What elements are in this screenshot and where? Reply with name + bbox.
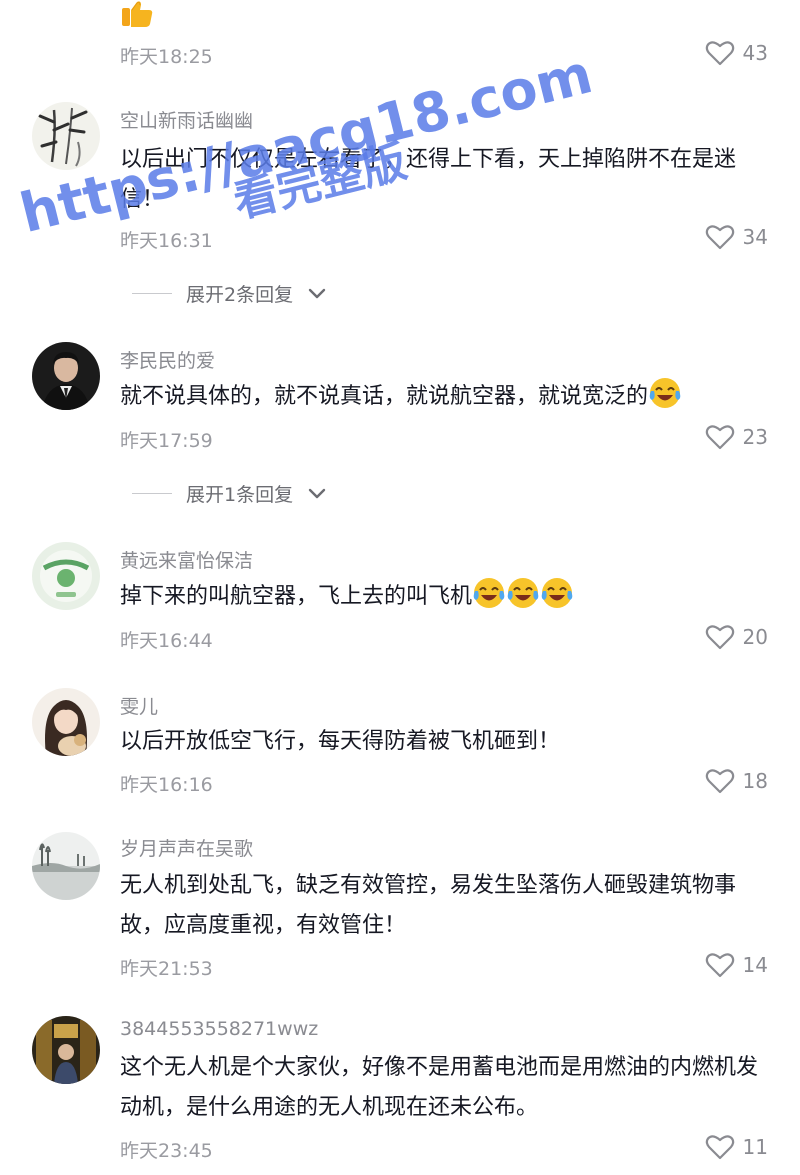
- comment-text: 就不说具体的，就不说真话，就说航空器，就说宽泛的: [120, 376, 770, 417]
- like-count: 14: [742, 953, 768, 977]
- heart-icon: [705, 769, 734, 794]
- like-button[interactable]: 23: [705, 422, 768, 452]
- tears-of-joy-emoji: [473, 578, 505, 608]
- comment-text-content: 就不说具体的，就不说真话，就说航空器，就说宽泛的: [120, 384, 649, 409]
- like-button[interactable]: 18: [705, 766, 768, 796]
- heart-icon: [705, 953, 734, 978]
- comment-item: 空山新雨话幽幽 以后出门不仅仅是左右看了，还得上下看，天上掉陷阱不在是迷信！ 昨…: [0, 100, 800, 320]
- comment-item: 李民民的爱 就不说具体的，就不说真话，就说航空器，就说宽泛的 昨天17:59 2…: [0, 340, 800, 520]
- tears-of-joy-emoji: [541, 578, 573, 608]
- comment-username[interactable]: 黄远来富怡保洁: [120, 546, 253, 573]
- comment-item: 雯儿 以后开放低空飞行，每天得防着被飞机砸到！ 昨天16:16 18: [0, 686, 800, 806]
- like-count: 11: [742, 1135, 768, 1159]
- comment-time: 昨天23:45: [120, 1140, 213, 1162]
- like-count: 43: [742, 41, 768, 65]
- like-count: 23: [742, 425, 768, 449]
- comment-time: 昨天21:53: [120, 958, 213, 980]
- heart-icon: [705, 625, 734, 650]
- chevron-down-icon: [308, 288, 326, 298]
- comment-username[interactable]: 3844553558271wwz: [120, 1018, 318, 1040]
- comment-time: 昨天16:31: [120, 230, 213, 252]
- avatar[interactable]: [32, 102, 100, 170]
- comment-username[interactable]: 岁月声声在吴歌: [120, 834, 253, 861]
- like-button[interactable]: 34: [705, 222, 768, 252]
- avatar[interactable]: [32, 1016, 100, 1084]
- like-count: 34: [742, 225, 768, 249]
- divider: [132, 293, 172, 294]
- comment-item-partial: 昨天18:25 43: [0, 0, 800, 80]
- like-button[interactable]: 20: [705, 622, 768, 652]
- expand-replies-label: 展开1条回复: [186, 484, 294, 506]
- comment-item: 岁月声声在吴歌 无人机到处乱飞，缺乏有效管控，易发生坠落伤人砸毁建筑物事故，应高…: [0, 830, 800, 990]
- comment-text: 以后开放低空飞行，每天得防着被飞机砸到！: [120, 729, 561, 754]
- comment-username[interactable]: 雯儿: [120, 692, 158, 719]
- like-count: 20: [742, 625, 768, 649]
- heart-icon: [705, 41, 734, 66]
- heart-icon: [705, 425, 734, 450]
- comment-text: 无人机到处乱飞，缺乏有效管控，易发生坠落伤人砸毁建筑物事故，应高度重视，有效管住…: [120, 873, 737, 938]
- heart-icon: [705, 1135, 734, 1160]
- like-button[interactable]: 11: [705, 1132, 768, 1162]
- chevron-down-icon: [308, 488, 326, 498]
- thumbs-up-emoji: [122, 1, 153, 27]
- comment-username[interactable]: 空山新雨话幽幽: [120, 106, 253, 133]
- expand-replies-label: 展开2条回复: [186, 284, 294, 306]
- avatar[interactable]: [32, 688, 100, 756]
- avatar[interactable]: [32, 832, 100, 900]
- comment-item: 3844553558271wwz 这个无人机是个大家伙，好像不是用蓄电池而是用燃…: [0, 1014, 800, 1175]
- divider: [132, 493, 172, 494]
- comment-username[interactable]: 李民民的爱: [120, 346, 215, 373]
- like-button[interactable]: 14: [705, 950, 768, 980]
- tears-of-joy-emoji: [507, 578, 539, 608]
- comment-time: 昨天16:16: [120, 774, 213, 796]
- heart-icon: [705, 225, 734, 250]
- expand-replies-button[interactable]: 展开2条回复: [132, 280, 327, 307]
- comment-item: 黄远来富怡保洁 掉下来的叫航空器，飞上去的叫飞机 昨天16:44 20: [0, 540, 800, 660]
- expand-replies-button[interactable]: 展开1条回复: [132, 480, 327, 507]
- comment-time: 昨天16:44: [120, 630, 213, 652]
- tears-of-joy-emoji: [649, 378, 681, 408]
- comment-text: 以后出门不仅仅是左右看了，还得上下看，天上掉陷阱不在是迷信！: [120, 147, 737, 212]
- comment-time: 昨天17:59: [120, 430, 213, 452]
- avatar[interactable]: [32, 542, 100, 610]
- comment-time: 昨天18:25: [120, 46, 213, 68]
- like-count: 18: [742, 769, 768, 793]
- like-button[interactable]: 43: [705, 38, 768, 68]
- avatar[interactable]: [32, 342, 100, 410]
- comment-text: 这个无人机是个大家伙，好像不是用蓄电池而是用燃油的内燃机发动机，是什么用途的无人…: [120, 1055, 759, 1120]
- comment-text-content: 掉下来的叫航空器，飞上去的叫飞机: [120, 584, 473, 609]
- comment-text: 掉下来的叫航空器，飞上去的叫飞机: [120, 576, 770, 617]
